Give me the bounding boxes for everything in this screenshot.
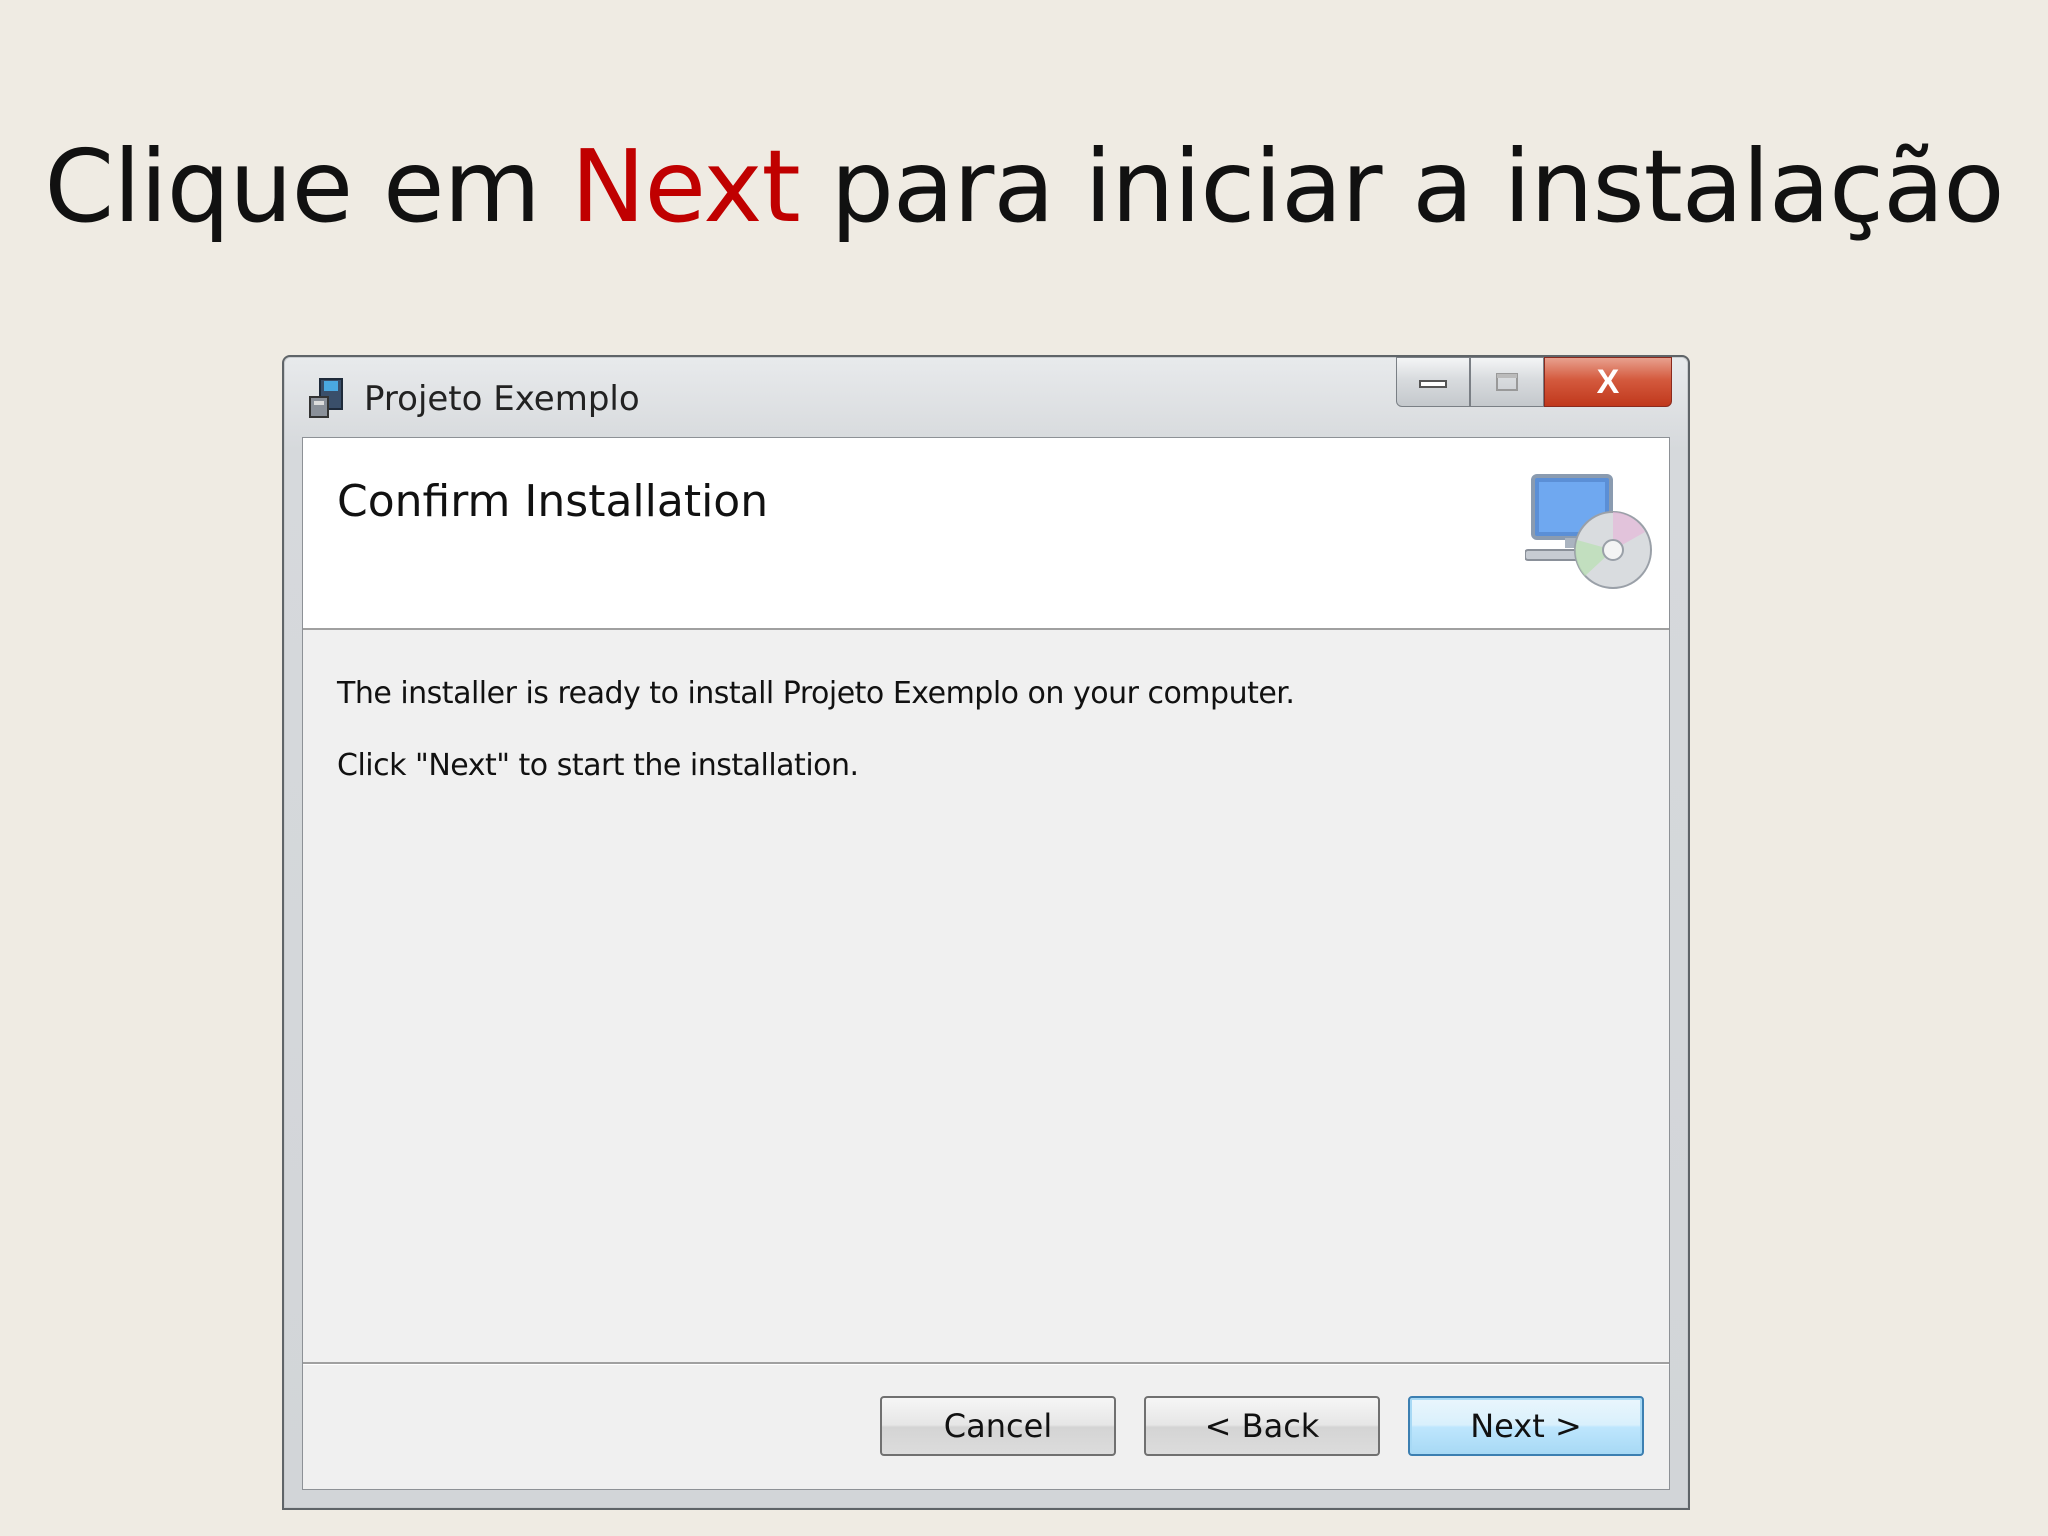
minimize-icon (1419, 380, 1447, 388)
banner-title: Confirm Installation (337, 476, 769, 527)
minimize-button[interactable] (1396, 357, 1470, 407)
message-line-2: Click "Next" to start the installation. (337, 748, 859, 783)
caption-buttons: X (1396, 357, 1672, 407)
dialog-content: Confirm Installation The installer is re… (302, 437, 1670, 1490)
button-separator (303, 1362, 1669, 1365)
installer-window: Projeto Exemplo X Confirm Installation T… (282, 355, 1690, 1510)
title-bar[interactable]: Projeto Exemplo X (284, 357, 1688, 437)
header-banner: Confirm Installation (303, 438, 1669, 630)
cancel-button[interactable]: Cancel (880, 1396, 1116, 1456)
slide-title-highlight: Next (570, 128, 801, 245)
back-button[interactable]: < Back (1144, 1396, 1380, 1456)
maximize-button[interactable] (1470, 357, 1544, 407)
slide-title-after: para iniciar a instalação (799, 128, 2004, 245)
window-title: Projeto Exemplo (364, 379, 640, 419)
installer-icon (309, 378, 343, 418)
maximize-icon (1496, 373, 1518, 391)
message-line-1: The installer is ready to install Projet… (337, 676, 1295, 711)
next-button[interactable]: Next > (1408, 1396, 1644, 1456)
slide-title: Clique em Next para iniciar a instalação (0, 128, 2048, 245)
close-button[interactable]: X (1544, 357, 1672, 407)
slide-title-before: Clique em (44, 128, 571, 245)
computer-disc-icon (1525, 474, 1652, 589)
close-icon: X (1596, 362, 1620, 401)
